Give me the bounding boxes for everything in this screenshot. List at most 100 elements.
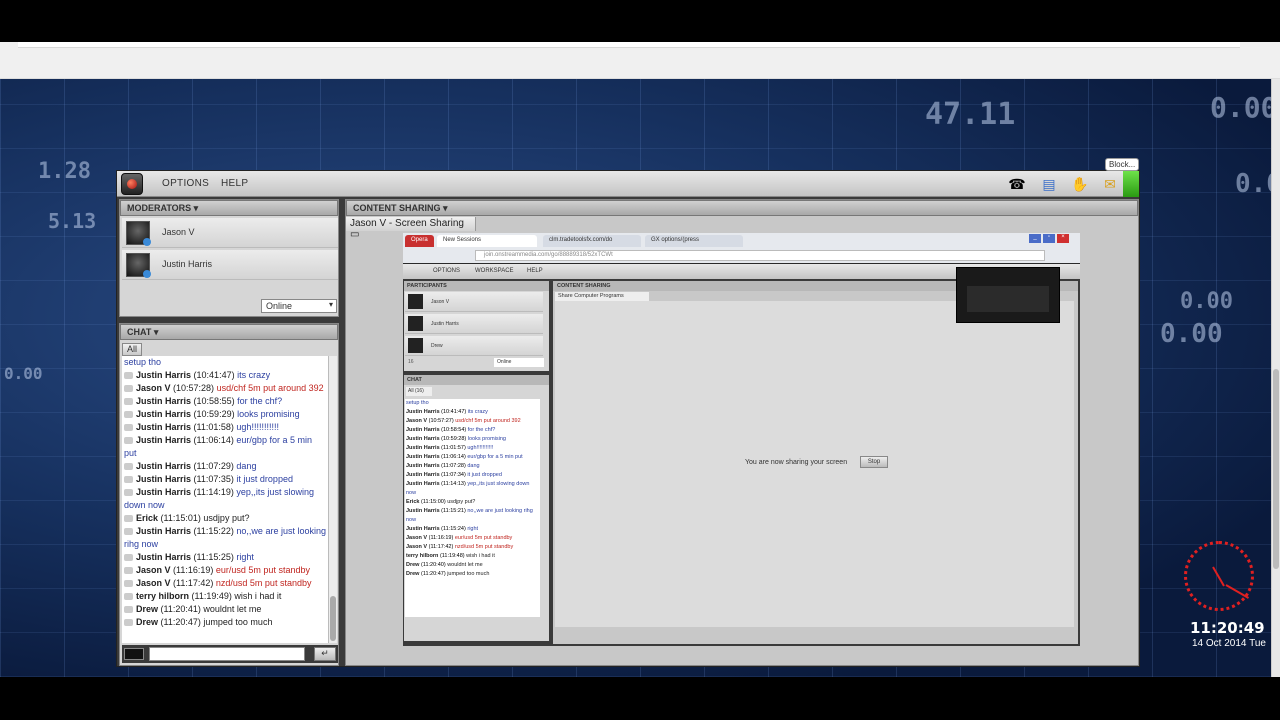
chat-log: setup tho Justin Harris (10:41:47) its cr… (122, 356, 328, 643)
bottom-black-bar (0, 677, 1280, 720)
chat-message: Jason V (10:57:28) usd/chf 5m put around… (124, 382, 326, 395)
chat-bubble-icon (124, 619, 133, 627)
shared-chat-sender: Justin Harris (406, 508, 440, 514)
chat-sender: Justin Harris (136, 461, 192, 471)
chat-timestamp: (11:07:35) (193, 474, 234, 484)
text-color-picker[interactable] (124, 648, 144, 660)
chat-alert-icon[interactable]: ✉ (1100, 176, 1120, 193)
raise-hand-icon[interactable]: ✋ (1070, 176, 1090, 193)
chat-bubble-icon (124, 554, 133, 562)
shared-chat-text: it just dropped (467, 472, 502, 478)
chat-text: ugh!!!!!!!!!!! (236, 422, 279, 432)
chat-title: CHAT (127, 327, 152, 337)
chat-text: nzd/usd 5m put standby (215, 578, 312, 588)
chat-timestamp: (10:58:55) (193, 396, 235, 406)
chat-bubble-icon (124, 489, 133, 497)
shared-participant: Jason V (405, 292, 543, 312)
chat-bubble-icon (124, 580, 133, 588)
shared-participant: Justin Harris (405, 314, 543, 334)
block-badge[interactable]: Block... (1105, 158, 1140, 171)
shared-participant-name: Drew (431, 343, 443, 349)
moderators-header[interactable]: MODERATORS ▾ (120, 200, 338, 216)
screen-sharing-label: Jason V - Screen Sharing (350, 218, 464, 229)
shared-chat-text: usdjpy put? (447, 499, 476, 505)
chat-header[interactable]: CHAT ▾ (120, 324, 338, 340)
chat-bubble-icon (124, 424, 133, 432)
page-scrollbar[interactable] (1271, 79, 1280, 677)
shared-chat-header: CHAT (404, 375, 549, 385)
bg-number: 0.00 (1210, 91, 1278, 124)
shared-content-body: You are now sharing your screen Stop (555, 301, 1074, 627)
moderator-item[interactable]: Justin Harris (122, 250, 338, 280)
status-select[interactable]: Online ▾ (261, 299, 337, 313)
chat-bubble-icon (124, 567, 133, 575)
shared-chat-text: wish i had it (466, 553, 495, 559)
send-button[interactable]: ↵ (314, 647, 336, 661)
moderator-item[interactable]: Jason V (122, 218, 338, 248)
chat-panel: CHAT ▾ All setup tho Justin Harris (10:41… (119, 323, 339, 666)
shared-chat-text: usd/chf 5m put around 392 (455, 418, 521, 424)
shared-address-bar: join.onstreammedia.com/go/88889318/52xTC… (475, 250, 1045, 261)
chat-bubble-icon (124, 528, 133, 536)
chat-sender: Justin Harris (136, 370, 192, 380)
moderators-title: MODERATORS (127, 203, 192, 213)
shared-chat-timestamp: (11:14:13) (441, 481, 466, 487)
shared-chat-message: Jason V (11:17:42) nzd/usd 5m put standb… (406, 543, 539, 552)
shared-chat-message: Justin Harris (10:59:28) looks promising (406, 435, 539, 444)
shared-tab: clm.tradetoolsfx.com/do (543, 235, 641, 247)
analog-clock-icon (1184, 541, 1254, 611)
shared-chat-timestamp: (11:07:34) (441, 472, 466, 478)
enter-icon: ↵ (321, 648, 329, 658)
browser-strip (0, 42, 1280, 79)
shared-chat-message: Justin Harris (11:06:14) eur/gbp for a 5… (406, 453, 539, 462)
chat-scrollbar[interactable] (328, 356, 337, 643)
chat-timestamp: (10:41:47) (193, 370, 235, 380)
chat-timestamp: (10:57:28) (173, 383, 215, 393)
shared-chat-sender: Jason V (406, 544, 428, 550)
shared-participant-name: Justin Harris (431, 321, 459, 327)
chat-sender: Justin Harris (136, 487, 192, 497)
meeting-app-window: OPTIONS HELP ☎ ▤ ✋ ✉ Block... MODERATORS… (116, 158, 1140, 667)
phone-icon[interactable]: ☎ (1007, 176, 1027, 193)
chat-text: setup tho (124, 357, 162, 367)
shared-chat-timestamp: (11:15:24) (441, 526, 466, 532)
chat-message: terry hilborn (11:19:49) wish i had it (124, 590, 326, 603)
shared-chat-sender: Jason V (406, 418, 428, 424)
shared-participant-name: Jason V (431, 299, 450, 305)
document-icon[interactable]: ▤ (1039, 176, 1059, 193)
shared-chat-message: Justin Harris (11:15:24) right (406, 525, 539, 534)
shared-chat-message: Erick (11:15:00) usdjpy put? (406, 498, 539, 507)
bg-number: 5.13 (48, 209, 97, 233)
shared-chat-sender: Justin Harris (406, 427, 440, 433)
shared-chat-message: Drew (11:20:47) jumped too much (406, 570, 539, 579)
chat-message: Justin Harris (10:41:47) its crazy (124, 369, 326, 382)
shared-chat-message: Drew (11:20:40) wouldnt let me (406, 561, 539, 570)
chat-text: wouldnt let me (203, 604, 262, 614)
screen-sharing-tab[interactable]: Jason V - Screen Sharing ▭ (346, 217, 476, 240)
shared-participants-header: PARTICIPANTS (404, 281, 549, 291)
shared-chat-text: setup tho (406, 400, 429, 406)
shared-participants-panel: PARTICIPANTS Jason V Justin Harris Drew … (404, 281, 549, 371)
chat-sender: Jason V (136, 578, 171, 588)
status-green-button[interactable] (1123, 171, 1139, 197)
content-sharing-header[interactable]: CONTENT SHARING ▾ (346, 200, 1138, 216)
menu-help[interactable]: HELP (221, 178, 248, 189)
shared-chat-message: Justin Harris (10:41:47) its crazy (406, 408, 539, 417)
shared-chat-message: Justin Harris (11:14:13) yep,,its just s… (406, 480, 539, 498)
shared-chat-log: setup tho Justin Harris (10:41:47) its cr… (405, 399, 540, 617)
chat-text: looks promising (237, 409, 300, 419)
app-logo-icon[interactable] (121, 173, 143, 195)
chat-input-bar: ↵ (122, 645, 338, 663)
moderators-panel: MODERATORS ▾ Jason V Justin Harris Onlin… (119, 199, 339, 317)
chat-message-input[interactable] (149, 647, 305, 661)
chat-timestamp: (11:17:42) (173, 578, 214, 588)
shared-chat-text: for the chf? (467, 427, 496, 433)
chat-bubble-icon (124, 476, 133, 484)
menu-options[interactable]: OPTIONS (162, 178, 209, 189)
shared-chat-timestamp: (11:15:21) (441, 508, 466, 514)
chat-timestamp: (11:16:19) (173, 565, 214, 575)
chat-tab-all[interactable]: All (122, 343, 142, 356)
chat-message: Drew (11:20:41) wouldnt let me (124, 603, 326, 616)
chat-bubble-icon (124, 593, 133, 601)
chat-text: it just dropped (236, 474, 293, 484)
